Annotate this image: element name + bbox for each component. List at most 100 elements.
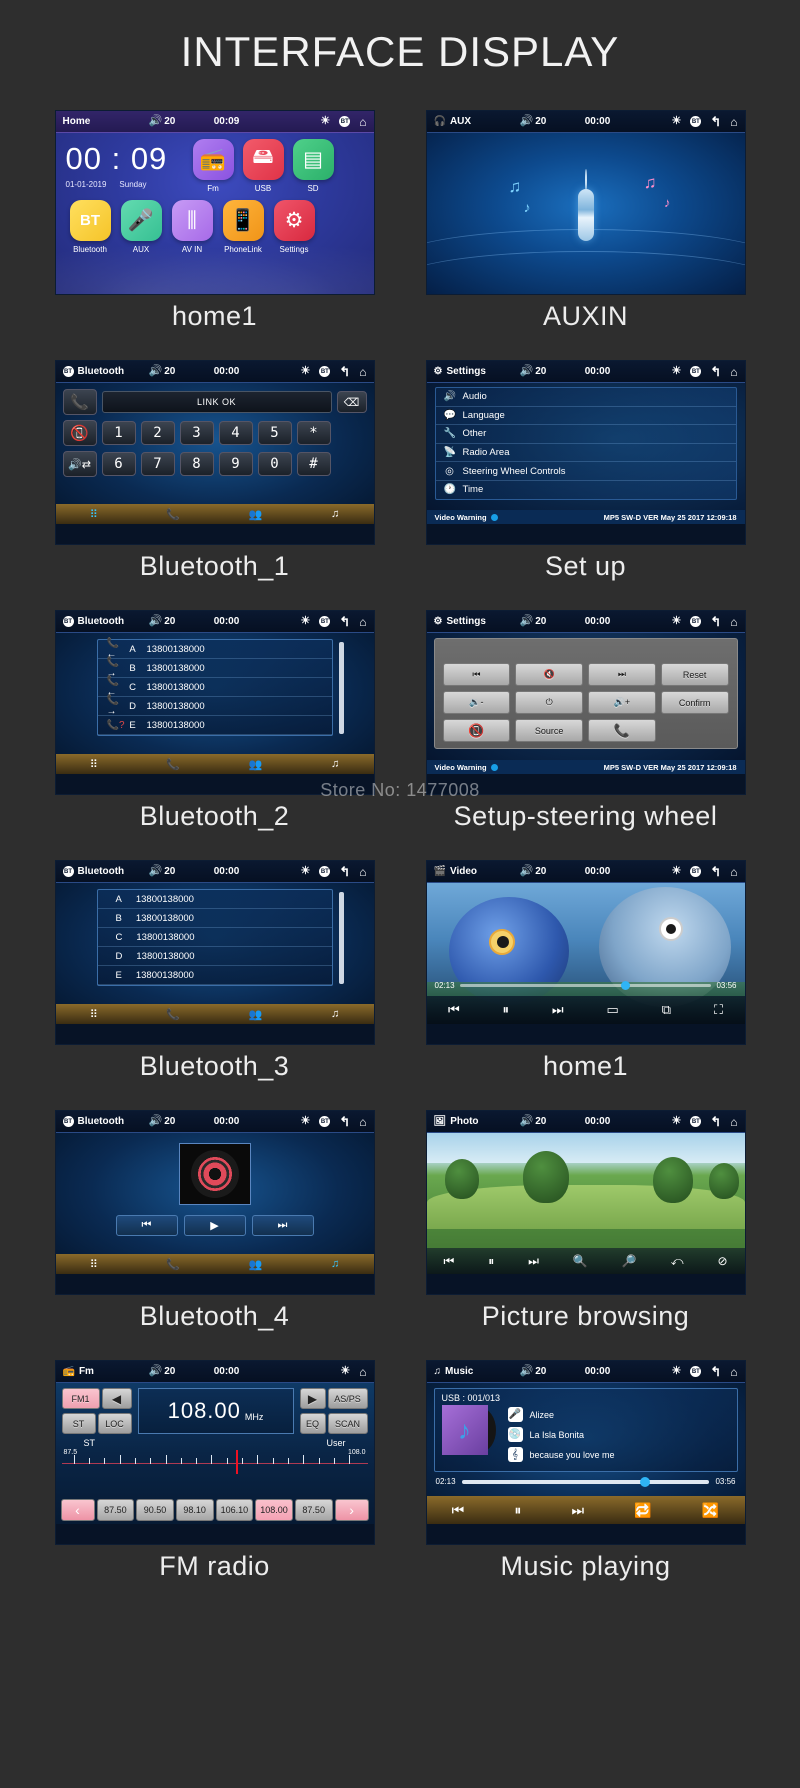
call-log-icon[interactable]: 📞 [166,1008,180,1021]
call-icon[interactable]: 📞 [588,719,656,742]
preset-4[interactable]: 106.10 [215,1499,254,1521]
brightness-icon[interactable]: ☀ [340,1366,350,1377]
rotate-icon[interactable]: ⤺ [671,1254,684,1269]
back-icon[interactable]: ↰ [339,865,350,878]
prev-icon[interactable]: ⏮ [452,1502,465,1519]
tile-fm[interactable]: 📻 Fm [192,139,234,193]
pause-icon[interactable]: ⏸ [488,1254,494,1269]
scrollbar[interactable] [338,642,344,734]
bt-music-icon[interactable]: ♫ [331,1258,339,1270]
bt-music-icon[interactable]: ♫ [331,758,339,770]
table-row[interactable]: 📞← A 13800138000 [97,638,332,660]
tune-up-icon[interactable]: ▶ [299,1388,326,1409]
brightness-icon[interactable]: ☀ [671,116,681,127]
settings-item-audio[interactable]: 🔊 Audio [435,388,736,407]
tile-settings[interactable]: ⚙ Settings [273,200,315,254]
confirm-button[interactable]: Confirm [660,691,729,714]
tile-bluetooth[interactable]: BT Bluetooth [69,200,111,254]
back-icon[interactable]: ↰ [710,865,721,878]
key-6[interactable]: 6 [101,452,136,476]
call-log-icon[interactable]: 📞 [166,508,180,521]
contacts-icon[interactable]: 👥 [249,508,263,521]
prev-track-icon[interactable]: ⏮ [442,663,511,686]
list-item[interactable]: B 13800138000 [97,909,332,928]
tile-aux[interactable]: 🎤 AUX [120,200,162,254]
preset-1[interactable]: 87.50 [96,1499,135,1521]
hangup-icon[interactable]: 📵 [442,719,511,742]
prev-icon[interactable]: ⏮ [443,1254,454,1269]
preset-5[interactable]: 108.00 [255,1499,293,1521]
stop-icon[interactable]: ⊘ [717,1254,727,1268]
volume-down-icon[interactable]: 🔉- [442,691,511,714]
volume-up-icon[interactable]: 🔊+ [588,691,656,714]
seek-knob[interactable] [640,1476,651,1487]
key-0[interactable]: 0 [257,452,292,476]
key-3[interactable]: 3 [179,421,214,445]
contacts-icon[interactable]: 👥 [249,1258,263,1271]
brightness-icon[interactable]: ☀ [671,366,681,377]
home-icon[interactable]: ⌂ [359,1116,366,1128]
back-icon[interactable]: ↰ [710,1115,721,1128]
next-icon[interactable]: ⏭ [572,1502,585,1519]
zoom-out-icon[interactable]: 🔎 [622,1254,637,1268]
call-log-icon[interactable]: 📞 [166,758,180,771]
source-button[interactable]: Source [515,719,583,742]
home-icon[interactable]: ⌂ [730,616,737,628]
shuffle-icon[interactable]: 🔀 [702,1502,719,1519]
reset-button[interactable]: Reset [660,663,729,686]
scrollbar[interactable] [338,892,344,984]
preset-2[interactable]: 90.50 [136,1499,174,1521]
tile-phonelink[interactable]: 📱 PhoneLink [222,200,264,254]
brightness-icon[interactable]: ☀ [671,616,681,627]
fm-eq-button[interactable]: EQ [299,1413,326,1434]
settings-item-other[interactable]: 🔧 Other [435,425,736,444]
home-icon[interactable]: ⌂ [730,1366,737,1378]
bt-music-icon[interactable]: ♫ [331,1008,339,1020]
next-icon[interactable]: ⏭ [528,1254,539,1269]
key-hash[interactable]: # [296,452,331,476]
call-log-icon[interactable]: 📞 [166,1258,180,1271]
table-row[interactable]: 📞? E 13800138000 [97,716,332,735]
tile-usb[interactable]: 🖴 USB [242,139,284,193]
zoom-in-icon[interactable]: 🔍 [573,1254,588,1268]
key-star[interactable]: * [296,421,331,445]
key-7[interactable]: 7 [140,452,175,476]
tile-sd[interactable]: ▤ SD [292,139,334,193]
fm-asps-button[interactable]: AS/PS [327,1388,368,1409]
home-icon[interactable]: ⌂ [359,866,366,878]
settings-item-steering[interactable]: ◎ Steering Wheel Controls [435,462,736,481]
key-8[interactable]: 8 [179,452,214,476]
back-icon[interactable]: ↰ [710,615,721,628]
home-icon[interactable]: ⌂ [359,1366,366,1378]
preset-3[interactable]: 98.10 [175,1499,214,1521]
list-item[interactable]: E 13800138000 [97,966,332,985]
brightness-icon[interactable]: ☀ [300,866,310,877]
settings-item-time[interactable]: 🕐 Time [435,481,736,499]
brightness-icon[interactable]: ☀ [671,1116,681,1127]
brightness-icon[interactable]: ☀ [300,616,310,627]
home-icon[interactable]: ⌂ [359,616,366,628]
home-icon[interactable]: ⌂ [730,866,737,878]
settings-item-radio-area[interactable]: 📡 Radio Area [435,444,736,463]
prev-icon[interactable]: ⏮ [448,1002,460,1018]
table-row[interactable]: 📞← C 13800138000 [97,676,332,698]
list-item[interactable]: D 13800138000 [97,947,332,966]
contacts-icon[interactable]: 👥 [249,1008,263,1021]
aspect-icon[interactable]: ⧉ [662,1002,671,1018]
keypad-icon[interactable]: ⠿ [90,758,98,771]
brightness-icon[interactable]: ☀ [671,1366,681,1377]
bt-music-icon[interactable]: ♫ [331,508,339,520]
brightness-icon[interactable]: ☀ [671,866,681,877]
key-1[interactable]: 1 [101,421,136,445]
brightness-icon[interactable]: ☀ [320,116,330,127]
call-icon[interactable]: 📞 [62,389,97,415]
back-icon[interactable]: ↰ [339,615,350,628]
next-icon[interactable]: ⏭ [251,1215,314,1236]
fm-st-button[interactable]: ST [61,1413,96,1434]
preset-prev-icon[interactable]: ‹ [60,1499,95,1521]
settings-item-language[interactable]: 💬 Language [435,407,736,426]
audio-transfer-icon[interactable]: 🔊⇄ [62,451,97,477]
repeat-icon[interactable]: 🔁 [634,1502,651,1519]
preset-next-icon[interactable]: › [334,1499,369,1521]
back-icon[interactable]: ↰ [710,115,721,128]
